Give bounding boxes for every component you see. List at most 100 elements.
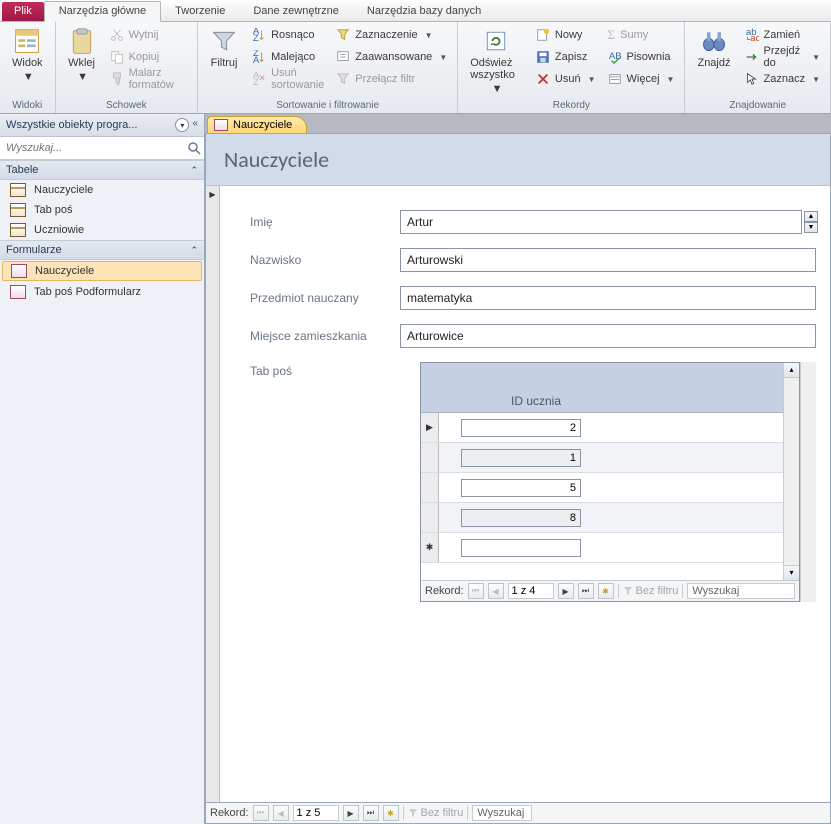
tab-create[interactable]: Tworzenie: [161, 2, 239, 21]
filter-button[interactable]: Filtruj: [206, 25, 242, 89]
nav-filter[interactable]: Bez filtru: [408, 807, 464, 819]
toggle-filter-button[interactable]: Przełącz filtr: [334, 69, 449, 89]
tab-dbtools[interactable]: Narzędzia bazy danych: [353, 2, 495, 21]
group-title: Sortowanie i filtrowanie: [206, 100, 449, 111]
nav-search[interactable]: [472, 805, 532, 821]
paste-button[interactable]: Wklej▼: [64, 25, 100, 89]
brush-icon: [110, 72, 124, 86]
find-button[interactable]: Znajdź: [693, 25, 734, 89]
clear-sort-button[interactable]: AZUsuń sortowanie: [250, 69, 326, 89]
tab-external[interactable]: Dane zewnętrzne: [239, 2, 353, 21]
input-imie[interactable]: [400, 210, 802, 234]
replace-icon: abac: [745, 28, 759, 42]
selection-button[interactable]: Zaznaczenie▼: [334, 25, 449, 45]
row-selector[interactable]: [421, 473, 439, 502]
nav-pos[interactable]: [293, 805, 339, 821]
nav-new[interactable]: ✱: [383, 805, 399, 821]
view-button[interactable]: Widok▼: [8, 25, 47, 85]
collapse-icon: ⌃: [190, 165, 198, 176]
navigation-pane: Wszystkie obiekty progra... ▾« Tabele⌃ N…: [0, 114, 205, 824]
chevron-down-icon[interactable]: ▾: [175, 118, 189, 132]
cell-input[interactable]: [461, 419, 581, 437]
spelling-button[interactable]: ABCPisownia: [606, 47, 677, 67]
subform-header: ID ucznia: [421, 363, 783, 413]
scrollbar-vertical[interactable]: [800, 362, 816, 602]
spin-up[interactable]: ▲: [804, 211, 818, 222]
nav-prev[interactable]: ◀: [488, 583, 504, 599]
form-header: Nauczyciele: [206, 134, 830, 186]
cell-input-new[interactable]: [461, 539, 581, 557]
format-painter-button[interactable]: Malarz formatów: [108, 69, 190, 89]
row-selector-new[interactable]: ✱: [421, 533, 439, 562]
goto-button[interactable]: Przejdź do▼: [743, 47, 823, 67]
input-miejsce[interactable]: [400, 324, 816, 348]
input-nazwisko[interactable]: [400, 248, 816, 272]
nav-first[interactable]: ⏮: [253, 805, 269, 821]
more-button[interactable]: Więcej▼: [606, 69, 677, 89]
sort-asc-icon: AZ: [252, 28, 266, 42]
totals-button[interactable]: ΣSumy: [606, 25, 677, 45]
section-tables[interactable]: Tabele⌃: [0, 160, 204, 180]
nav-prev[interactable]: ◀: [273, 805, 289, 821]
table-item-tabpos[interactable]: Tab poś: [0, 200, 204, 220]
sort-asc-button[interactable]: AZRosnąco: [250, 25, 326, 45]
table-item-nauczyciele[interactable]: Nauczyciele: [0, 180, 204, 200]
group-views: Widok▼ Widoki: [0, 22, 56, 113]
new-button[interactable]: Nowy: [534, 25, 598, 45]
dropdown-icon: ▼: [23, 71, 34, 83]
table-icon: [10, 183, 26, 197]
goto-icon: [745, 50, 759, 64]
funnel-icon: [623, 586, 633, 596]
cell-input[interactable]: [461, 449, 581, 467]
refresh-button[interactable]: Odśwież wszystko▼: [466, 25, 526, 97]
group-title: Schowek: [64, 100, 190, 111]
select-button[interactable]: Zaznacz▼: [743, 69, 823, 89]
select-icon: [745, 72, 759, 86]
nav-pos[interactable]: [508, 583, 554, 599]
cell-input[interactable]: [461, 479, 581, 497]
spin-down[interactable]: ▼: [804, 222, 818, 233]
row-selector[interactable]: ▶: [421, 413, 439, 442]
cut-button[interactable]: Wytnij: [108, 25, 190, 45]
replace-button[interactable]: abacZamień: [743, 25, 823, 45]
input-przedmiot[interactable]: [400, 286, 816, 310]
nav-search-input[interactable]: [2, 139, 186, 157]
more-icon: [608, 72, 622, 86]
group-sortfilter: Filtruj AZRosnąco ZAMalejąco AZUsuń sort…: [198, 22, 458, 113]
nav-header[interactable]: Wszystkie obiekty progra... ▾«: [0, 114, 204, 137]
save-button[interactable]: Zapisz: [534, 47, 598, 67]
file-tab[interactable]: Plik: [2, 2, 44, 21]
form-item-tabpos[interactable]: Tab poś Podformularz: [0, 282, 204, 302]
collapse-icon[interactable]: «: [192, 118, 198, 132]
cell-input[interactable]: [461, 509, 581, 527]
sort-desc-button[interactable]: ZAMalejąco: [250, 47, 326, 67]
row-selector[interactable]: [421, 503, 439, 532]
search-icon[interactable]: [186, 140, 202, 156]
advanced-button[interactable]: Zaawansowane▼: [334, 47, 449, 67]
nav-new[interactable]: ✱: [598, 583, 614, 599]
group-title: Znajdowanie: [693, 100, 822, 111]
nav-search[interactable]: [687, 583, 795, 599]
sort-desc-icon: ZA: [252, 50, 266, 64]
record-selector[interactable]: [206, 186, 220, 802]
doc-tab-nauczyciele[interactable]: Nauczyciele: [207, 116, 307, 133]
table-item-uczniowie[interactable]: Uczniowie: [0, 220, 204, 240]
selection-icon: [336, 28, 350, 42]
copy-button[interactable]: Kopiuj: [108, 47, 190, 67]
scrollbar-vertical[interactable]: [783, 363, 799, 580]
row-selector[interactable]: [421, 443, 439, 472]
section-forms[interactable]: Formularze⌃: [0, 240, 204, 260]
recnav-label: Rekord:: [210, 807, 249, 819]
tab-home[interactable]: Narzędzia główne: [44, 1, 161, 22]
nav-first[interactable]: ⏮: [468, 583, 484, 599]
nav-next[interactable]: ▶: [343, 805, 359, 821]
form-item-nauczyciele[interactable]: Nauczyciele: [2, 261, 202, 281]
form-recnav: Rekord: ⏮ ◀ ▶ ⏭ ✱ Bez filtru: [206, 802, 830, 823]
nav-next[interactable]: ▶: [558, 583, 574, 599]
nav-last[interactable]: ⏭: [363, 805, 379, 821]
advanced-icon: [336, 50, 350, 64]
nav-last[interactable]: ⏭: [578, 583, 594, 599]
nav-filter[interactable]: Bez filtru: [623, 585, 679, 597]
delete-button[interactable]: Usuń▼: [534, 69, 598, 89]
group-records: Odśwież wszystko▼ Nowy Zapisz Usuń▼ ΣSum…: [458, 22, 685, 113]
